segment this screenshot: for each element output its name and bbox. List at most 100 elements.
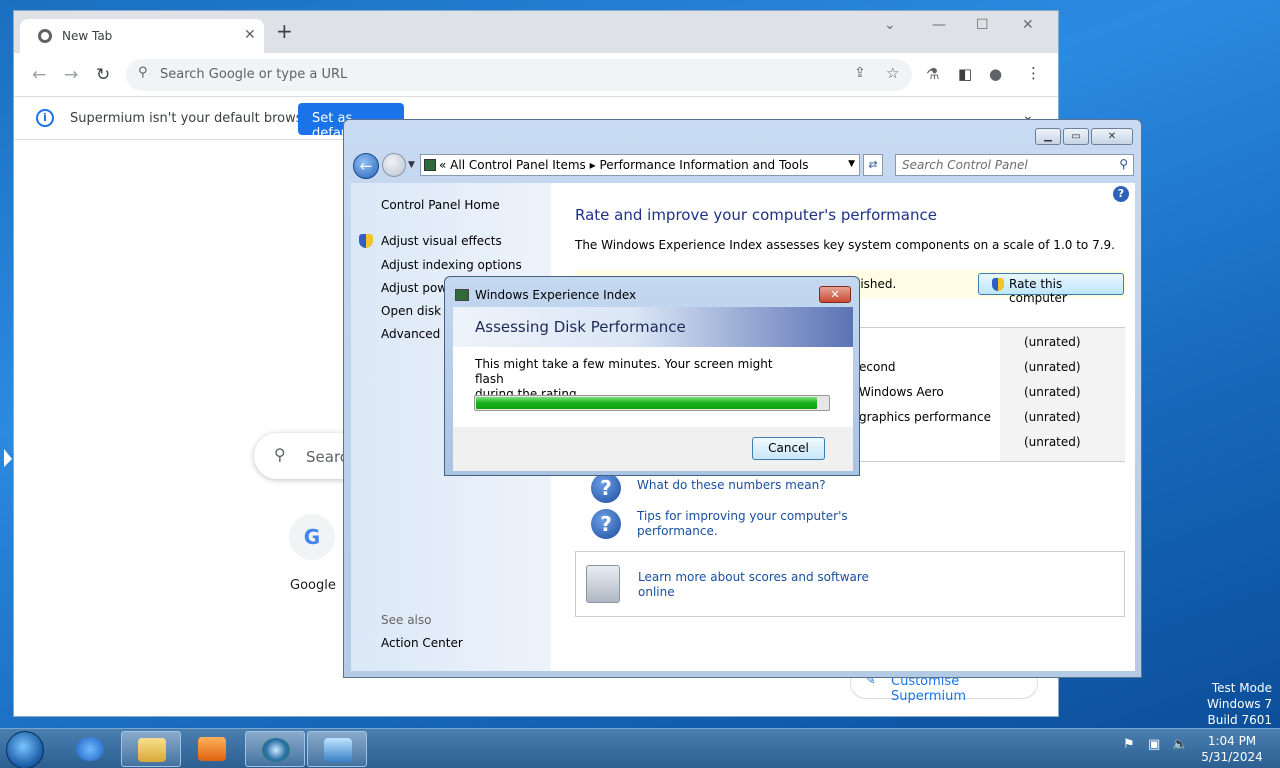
address-path: « All Control Panel Items ▸ Performance … xyxy=(439,158,809,172)
tab-new-tab[interactable]: New Tab ✕ xyxy=(20,19,264,53)
search-icon: ⚲ xyxy=(138,65,148,80)
side-panel-icon[interactable]: ◧ xyxy=(958,65,972,83)
subscore-value: (unrated) xyxy=(1024,335,1081,349)
volume-muted-icon[interactable]: 🔈 xyxy=(1172,737,1188,752)
forward-icon[interactable] xyxy=(382,153,406,177)
cp-close-icon[interactable]: ✕ xyxy=(1091,128,1133,145)
cp-search-placeholder: Search Control Panel xyxy=(902,158,1028,172)
tips-link[interactable]: Tips for improving your computer's perfo… xyxy=(637,509,848,539)
omnibox-placeholder: Search Google or type a URL xyxy=(160,67,348,82)
start-button[interactable] xyxy=(6,731,44,768)
dialog-body: This might take a few minutes. Your scre… xyxy=(453,347,853,427)
taskbar-control-panel[interactable] xyxy=(307,731,367,767)
chrome-icon xyxy=(38,29,52,43)
action-center-flag-icon[interactable]: ⚑ xyxy=(1123,737,1135,752)
google-shortcut-label: Google xyxy=(290,578,336,593)
subscore-value: (unrated) xyxy=(1024,385,1081,399)
clock-time: 1:04 PM xyxy=(1207,734,1257,748)
question-icon: ? xyxy=(591,473,621,503)
bookmark-star-icon[interactable]: ☆ xyxy=(886,64,899,82)
search-icon[interactable]: ⚲ xyxy=(1119,157,1128,171)
taskbar-explorer[interactable] xyxy=(121,731,181,767)
share-icon[interactable]: ⇪ xyxy=(854,65,866,81)
see-also-label: See also xyxy=(381,613,432,627)
cancel-button[interactable]: Cancel xyxy=(752,437,825,460)
watermark-line3: Build 7601 xyxy=(1207,713,1272,727)
sidebar-item-indexing[interactable]: Adjust indexing options xyxy=(381,258,522,272)
rate-button-label: Rate this computer xyxy=(1009,277,1067,305)
taskbar-media-player[interactable] xyxy=(182,731,242,767)
cp-restore-icon[interactable]: ▭ xyxy=(1063,128,1089,145)
profile-icon[interactable]: ● xyxy=(989,65,1002,83)
taskbar-ie[interactable] xyxy=(60,731,120,767)
tab-title: New Tab xyxy=(62,29,113,43)
mouse-cursor-icon xyxy=(4,449,12,467)
shield-icon xyxy=(992,278,1004,291)
numbers-meaning-link[interactable]: What do these numbers mean? xyxy=(637,478,826,492)
wei-dialog: Windows Experience Index ✕ Assessing Dis… xyxy=(444,276,860,476)
wei-icon xyxy=(455,289,469,301)
address-bar[interactable]: « All Control Panel Items ▸ Performance … xyxy=(420,154,860,176)
sidebar-item-visual-effects[interactable]: Adjust visual effects xyxy=(381,234,502,248)
wei-description: The Windows Experience Index assesses ke… xyxy=(575,238,1115,252)
control-panel-home-link[interactable]: Control Panel Home xyxy=(381,198,500,212)
omnibox[interactable]: ⚲ Search Google or type a URL ⇪ ☆ xyxy=(126,59,912,91)
info-icon: i xyxy=(36,109,54,127)
action-center-link[interactable]: Action Center xyxy=(381,636,463,650)
subscore-value: (unrated) xyxy=(1024,360,1081,374)
question-icon: ? xyxy=(591,509,621,539)
dialog-close-icon[interactable]: ✕ xyxy=(819,286,851,303)
google-shortcut[interactable]: G xyxy=(289,514,335,560)
assessment-status: Assessing Disk Performance xyxy=(475,318,686,336)
progress-fill xyxy=(476,397,817,409)
cp-search-input[interactable]: Search Control Panel ⚲ xyxy=(895,154,1134,176)
extensions-icon[interactable]: ⚗ xyxy=(926,65,939,83)
page-title: Rate and improve your computer's perform… xyxy=(575,206,937,224)
minimize-icon[interactable]: — xyxy=(932,17,946,33)
new-tab-icon[interactable]: + xyxy=(276,21,293,41)
browser-toolbar: ← → ↻ ⚲ Search Google or type a URL ⇪ ☆ … xyxy=(14,53,1058,97)
learn-more-link[interactable]: Learn more about scores and software onl… xyxy=(638,570,869,600)
breadcrumb-performance[interactable]: Performance Information and Tools xyxy=(599,158,808,172)
close-tab-icon[interactable]: ✕ xyxy=(244,27,256,43)
customise-label: Customise Supermium xyxy=(891,674,967,704)
reload-icon[interactable]: ↻ xyxy=(96,65,110,85)
search-icon: ⚲ xyxy=(274,445,286,464)
control-panel-icon xyxy=(324,738,352,762)
network-icon[interactable]: ▣ xyxy=(1148,737,1160,752)
dialog-banner: Assessing Disk Performance xyxy=(453,307,853,347)
taskbar: ⚑ ▣ 🔈 1:04 PM 5/31/2024 xyxy=(0,728,1280,768)
back-icon[interactable]: ← xyxy=(32,65,46,85)
subscore-value: (unrated) xyxy=(1024,410,1081,424)
media-player-icon xyxy=(198,737,226,761)
dialog-title: Windows Experience Index xyxy=(475,288,637,302)
back-icon[interactable]: ← xyxy=(353,153,379,179)
internet-explorer-icon xyxy=(76,737,104,761)
learn-more-box: Learn more about scores and software onl… xyxy=(575,551,1125,617)
close-window-icon[interactable]: ✕ xyxy=(1022,17,1034,33)
help-icon[interactable]: ? xyxy=(1113,186,1129,202)
taskbar-browser[interactable] xyxy=(245,731,305,767)
tab-search-icon[interactable]: ⌄ xyxy=(884,17,896,33)
menu-icon[interactable]: ⋮ xyxy=(1026,64,1041,82)
history-dropdown-icon[interactable]: ▼ xyxy=(408,160,415,170)
google-logo-icon: G xyxy=(303,525,321,549)
tab-strip: New Tab ✕ + ⌄ — ☐ ✕ xyxy=(14,11,1058,53)
software-box-icon xyxy=(586,565,620,603)
watermark-line1: Test Mode xyxy=(1211,681,1272,695)
cp-minimize-icon[interactable]: ▁ xyxy=(1035,128,1061,145)
desktop-watermark: Test Mode Windows 7 Build 7601 xyxy=(1207,680,1272,728)
progress-bar xyxy=(474,395,830,411)
maximize-icon[interactable]: ☐ xyxy=(976,17,989,33)
rate-computer-button[interactable]: Rate this computer xyxy=(978,273,1124,305)
clock-date: 5/31/2024 xyxy=(1201,750,1263,764)
forward-icon[interactable]: → xyxy=(64,65,78,85)
dialog-footer: Cancel xyxy=(453,427,853,471)
address-dropdown-icon[interactable]: ▼ xyxy=(848,159,855,169)
system-clock[interactable]: 1:04 PM 5/31/2024 xyxy=(1196,733,1268,765)
refresh-icon[interactable]: ⇄ xyxy=(863,154,883,176)
breadcrumb-all-items[interactable]: All Control Panel Items xyxy=(450,158,586,172)
shield-icon xyxy=(359,234,373,248)
cp-window-controls: ▁ ▭ ✕ xyxy=(1033,128,1133,145)
watermark-line2: Windows 7 xyxy=(1206,697,1272,711)
